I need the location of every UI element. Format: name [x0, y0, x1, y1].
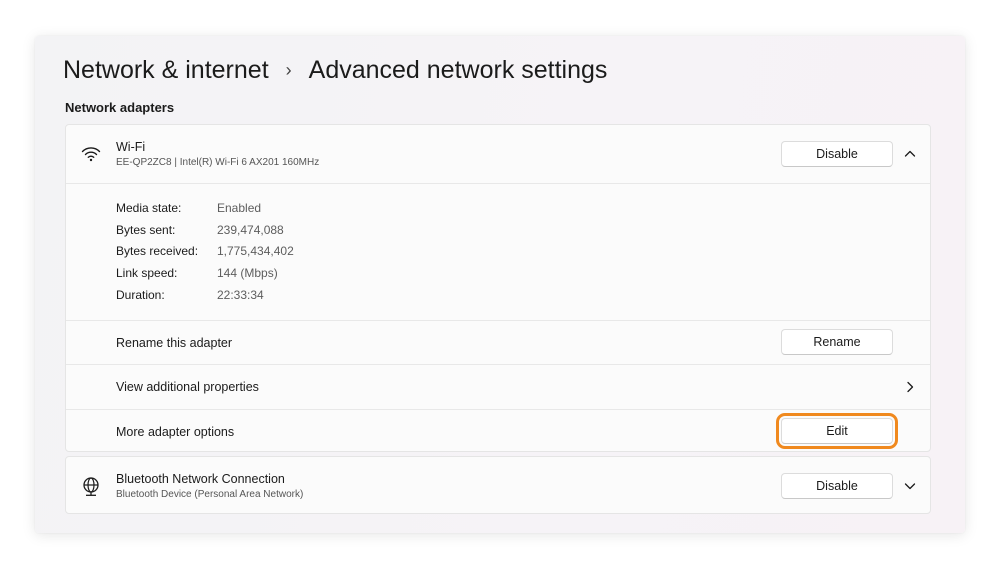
chevron-right-icon: [902, 379, 918, 395]
wifi-adapter-description: EE-QP2ZC8 | Intel(R) Wi-Fi 6 AX201 160MH…: [116, 157, 320, 168]
page-title: Advanced network settings: [308, 55, 608, 84]
chevron-up-icon[interactable]: [902, 146, 918, 162]
detail-label-media-state: Media state:: [116, 201, 182, 215]
view-additional-properties-label: View additional properties: [116, 380, 259, 394]
breadcrumb: Network & internet › Advanced network se…: [63, 52, 607, 88]
bluetooth-adapter-card[interactable]: Bluetooth Network Connection Bluetooth D…: [65, 456, 931, 514]
more-adapter-options-row: More adapter options Edit: [66, 410, 930, 453]
detail-label-link-speed: Link speed:: [116, 266, 178, 280]
rename-adapter-label: Rename this adapter: [116, 336, 233, 350]
wifi-disable-button[interactable]: Disable: [781, 141, 893, 167]
bluetooth-disable-button[interactable]: Disable: [781, 473, 893, 499]
globe-network-icon: [80, 475, 102, 497]
bluetooth-adapter-description: Bluetooth Device (Personal Area Network): [116, 489, 304, 500]
wifi-adapter-card: Wi-Fi EE-QP2ZC8 | Intel(R) Wi-Fi 6 AX201…: [65, 124, 931, 452]
wifi-icon: [80, 143, 102, 165]
wifi-adapter-name: Wi-Fi: [116, 140, 146, 154]
edit-button[interactable]: Edit: [776, 413, 898, 449]
view-additional-properties-row[interactable]: View additional properties: [66, 365, 930, 409]
settings-window: Network & internet › Advanced network se…: [35, 36, 965, 533]
detail-label-duration: Duration:: [116, 288, 165, 302]
more-adapter-options-label: More adapter options: [116, 425, 235, 439]
detail-value-bytes-received: 1,775,434,402: [217, 244, 294, 258]
detail-value-duration: 22:33:34: [217, 288, 264, 302]
wifi-adapter-header[interactable]: Wi-Fi EE-QP2ZC8 | Intel(R) Wi-Fi 6 AX201…: [66, 125, 930, 183]
detail-value-bytes-sent: 239,474,088: [217, 223, 284, 237]
rename-button[interactable]: Rename: [781, 329, 893, 355]
bluetooth-adapter-name: Bluetooth Network Connection: [116, 472, 285, 486]
breadcrumb-parent[interactable]: Network & internet: [63, 56, 269, 85]
section-title-network-adapters: Network adapters: [65, 100, 175, 115]
detail-label-bytes-received: Bytes received:: [116, 244, 199, 258]
detail-label-bytes-sent: Bytes sent:: [116, 223, 176, 237]
breadcrumb-chevron-icon: ›: [285, 59, 292, 80]
chevron-down-icon[interactable]: [902, 478, 918, 494]
rename-adapter-row: Rename this adapter Rename: [66, 321, 930, 364]
detail-value-link-speed: 144 (Mbps): [217, 266, 278, 280]
wifi-details-panel: Media state: Enabled Bytes sent: 239,474…: [66, 184, 930, 319]
detail-value-media-state: Enabled: [217, 201, 262, 215]
